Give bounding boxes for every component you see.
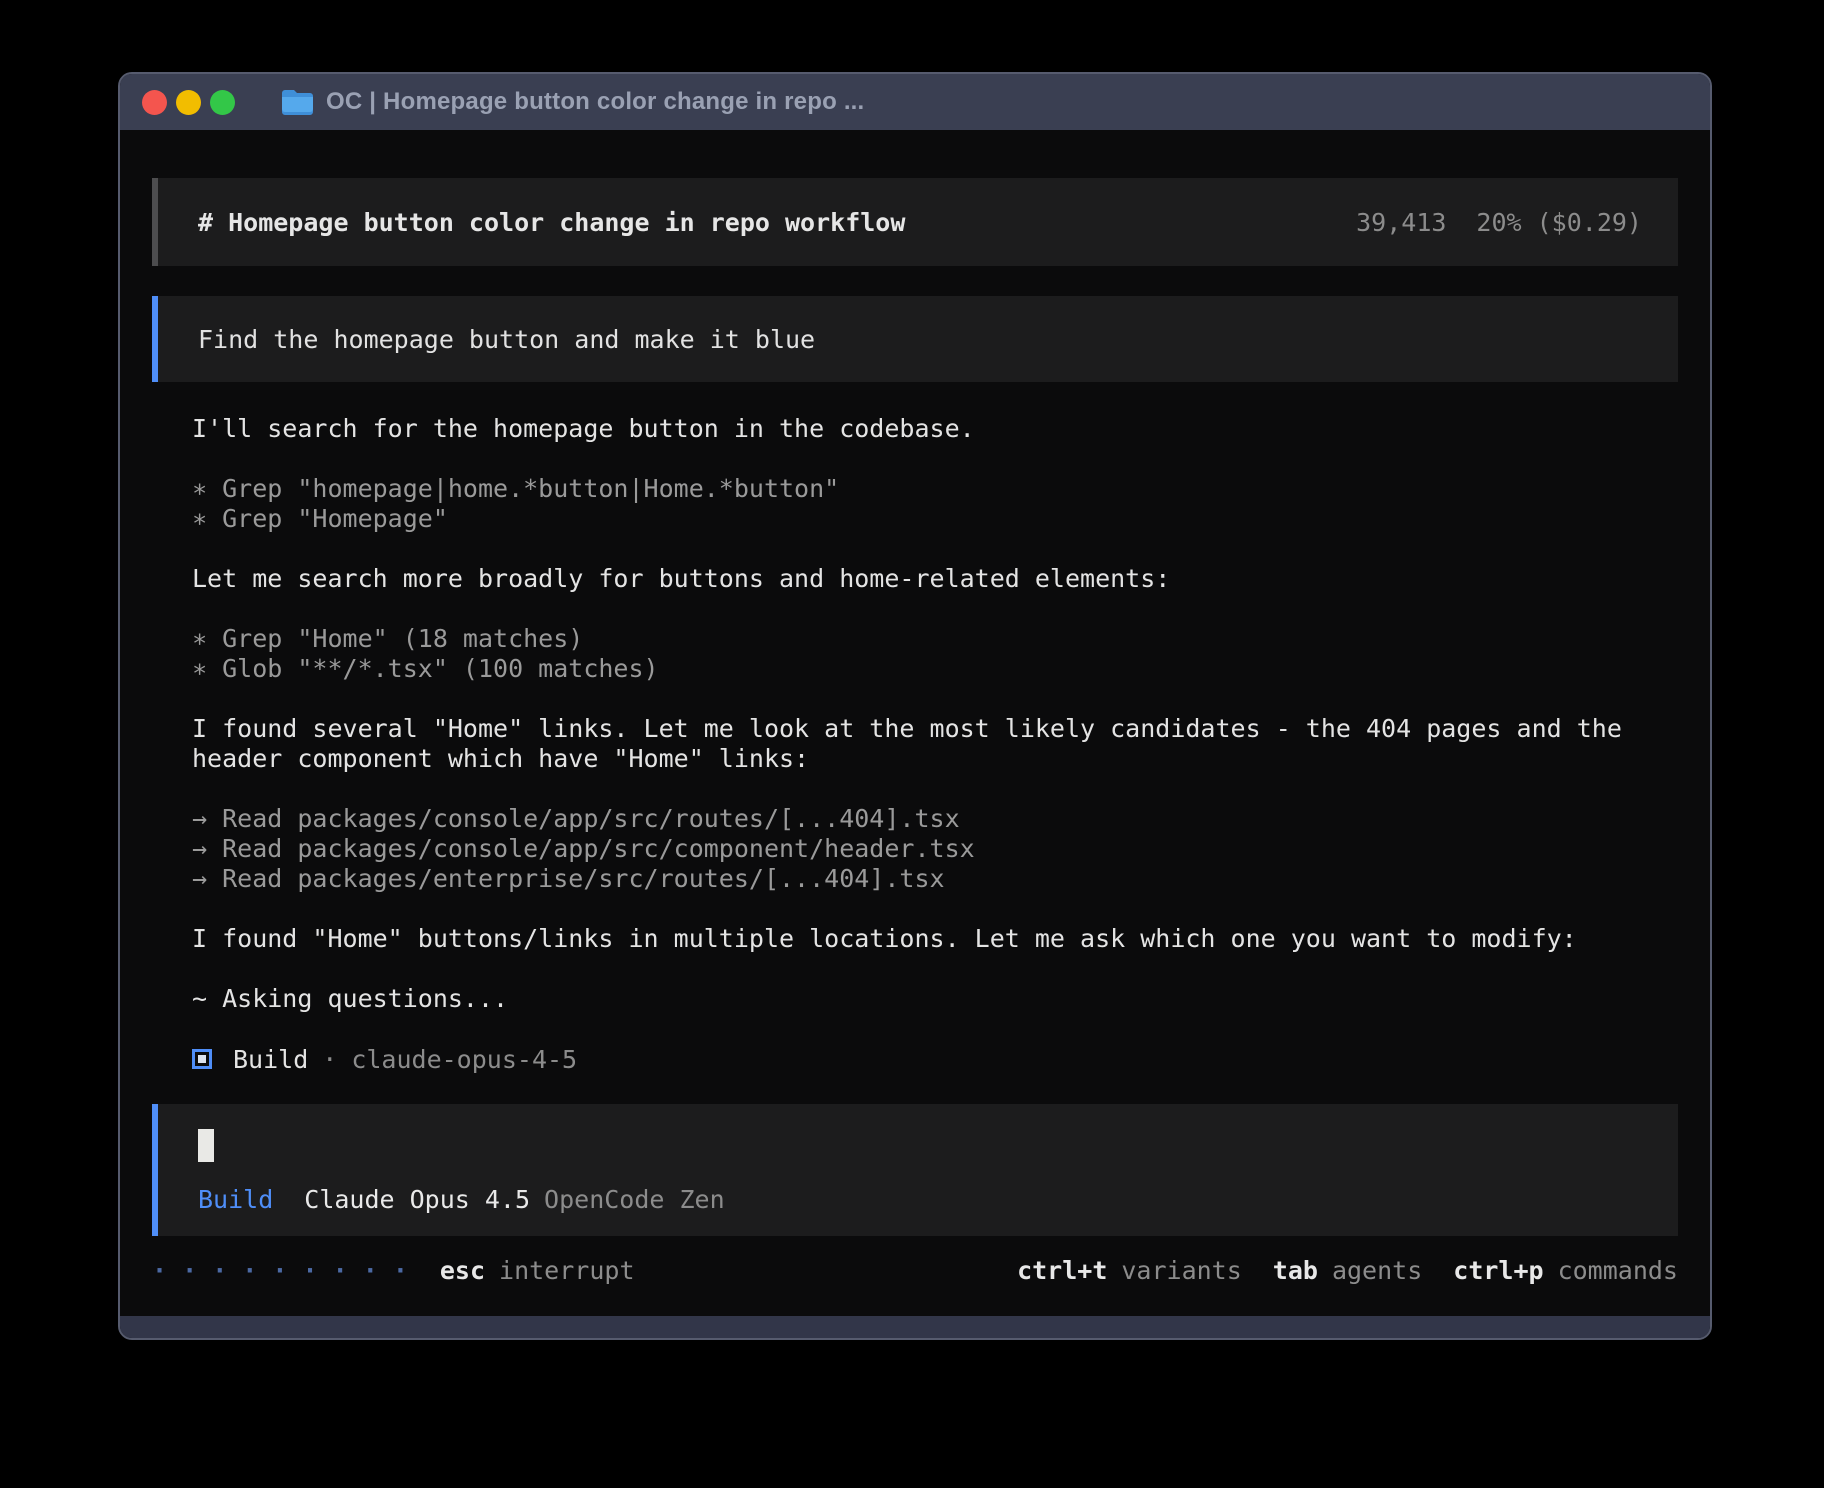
- shortcut-hint: ctrl+t variants: [1017, 1256, 1242, 1285]
- prompt-input[interactable]: Build Claude Opus 4.5 OpenCode Zen: [152, 1104, 1678, 1236]
- shortcut-hint: tab agents: [1273, 1256, 1422, 1285]
- minimize-button[interactable]: [176, 90, 201, 115]
- spinner-dots: · · · · · · · · ·: [152, 1256, 408, 1285]
- shortcut-key: ctrl+p: [1453, 1256, 1543, 1285]
- model-row: Build Claude Opus 4.5 OpenCode Zen: [198, 1185, 725, 1214]
- text-cursor: [198, 1129, 214, 1162]
- input-agent-name[interactable]: Build: [198, 1185, 273, 1214]
- agent-status-line: Build · claude-opus-4-5: [192, 1044, 1678, 1074]
- terminal-window: OC | Homepage button color change in rep…: [118, 72, 1712, 1340]
- shortcut-key: tab: [1273, 1256, 1318, 1285]
- status-bar: · · · · · · · · · esc interrupt ctrl+t va…: [152, 1256, 1678, 1285]
- blank-line: [192, 774, 1678, 804]
- status-separator: ·: [322, 1045, 337, 1074]
- tool-call-line: → Read packages/console/app/src/componen…: [192, 834, 1678, 864]
- terminal-content: # Homepage button color change in repo w…: [120, 130, 1710, 1316]
- tool-call-line: ∗ Glob "**/*.tsx" (100 matches): [192, 654, 1678, 684]
- blank-line: [192, 894, 1678, 924]
- blank-line: [192, 444, 1678, 474]
- status-agent-name: Build: [233, 1045, 308, 1074]
- input-model-provider: OpenCode Zen: [544, 1185, 725, 1214]
- shortcut-label: commands: [1558, 1256, 1678, 1285]
- tool-call-line: ∗ Grep "homepage|home.*button|Home.*butt…: [192, 474, 1678, 504]
- tool-call-line: → Read packages/console/app/src/routes/[…: [192, 804, 1678, 834]
- status-model-name: claude-opus-4-5: [351, 1045, 577, 1074]
- assistant-text-line: I found several "Home" links. Let me loo…: [192, 714, 1678, 744]
- esc-key-label: interrupt: [499, 1256, 634, 1285]
- token-count: 39,413: [1356, 208, 1446, 237]
- session-title: # Homepage button color change in repo w…: [198, 208, 905, 237]
- blank-line: [192, 1014, 1678, 1044]
- context-usage: 20% ($0.29): [1476, 208, 1642, 237]
- build-agent-icon: [192, 1049, 212, 1069]
- session-stats: 39,413 20% ($0.29): [1356, 208, 1642, 237]
- shortcut-key: ctrl+t: [1017, 1256, 1107, 1285]
- zoom-button[interactable]: [210, 90, 235, 115]
- status-bar-right: ctrl+t variants tab agents ctrl+p commands: [1017, 1256, 1678, 1285]
- blank-line: [192, 534, 1678, 564]
- shortcut-label: agents: [1332, 1256, 1422, 1285]
- shortcut-hint: ctrl+p commands: [1453, 1256, 1678, 1285]
- shortcut-label: variants: [1121, 1256, 1241, 1285]
- status-bar-left: · · · · · · · · · esc interrupt: [152, 1256, 635, 1285]
- user-message-text: Find the homepage button and make it blu…: [198, 325, 815, 354]
- assistant-text-line: I'll search for the homepage button in t…: [192, 414, 1678, 444]
- assistant-text-line: header component which have "Home" links…: [192, 744, 1678, 774]
- assistant-text-line: Let me search more broadly for buttons a…: [192, 564, 1678, 594]
- window-title: OC | Homepage button color change in rep…: [326, 88, 864, 116]
- folder-icon: [281, 89, 314, 116]
- esc-key-hint: esc: [440, 1256, 485, 1285]
- assistant-text-line: I found "Home" buttons/links in multiple…: [192, 924, 1678, 954]
- titlebar[interactable]: OC | Homepage button color change in rep…: [120, 74, 1710, 130]
- blank-line: [192, 954, 1678, 984]
- tool-call-line: → Read packages/enterprise/src/routes/[.…: [192, 864, 1678, 894]
- conversation: I'll search for the homepage button in t…: [152, 414, 1678, 1074]
- window-bottom-edge: [120, 1316, 1710, 1338]
- blank-line: [192, 594, 1678, 624]
- tool-call-line: ∗ Grep "Home" (18 matches): [192, 624, 1678, 654]
- input-model-name[interactable]: Claude Opus 4.5: [304, 1185, 530, 1214]
- tool-call-line: ∗ Grep "Homepage": [192, 504, 1678, 534]
- blank-line: [192, 684, 1678, 714]
- user-message: Find the homepage button and make it blu…: [152, 296, 1678, 382]
- close-button[interactable]: [142, 90, 167, 115]
- assistant-text-line: ~ Asking questions...: [192, 984, 1678, 1014]
- session-header: # Homepage button color change in repo w…: [152, 178, 1678, 266]
